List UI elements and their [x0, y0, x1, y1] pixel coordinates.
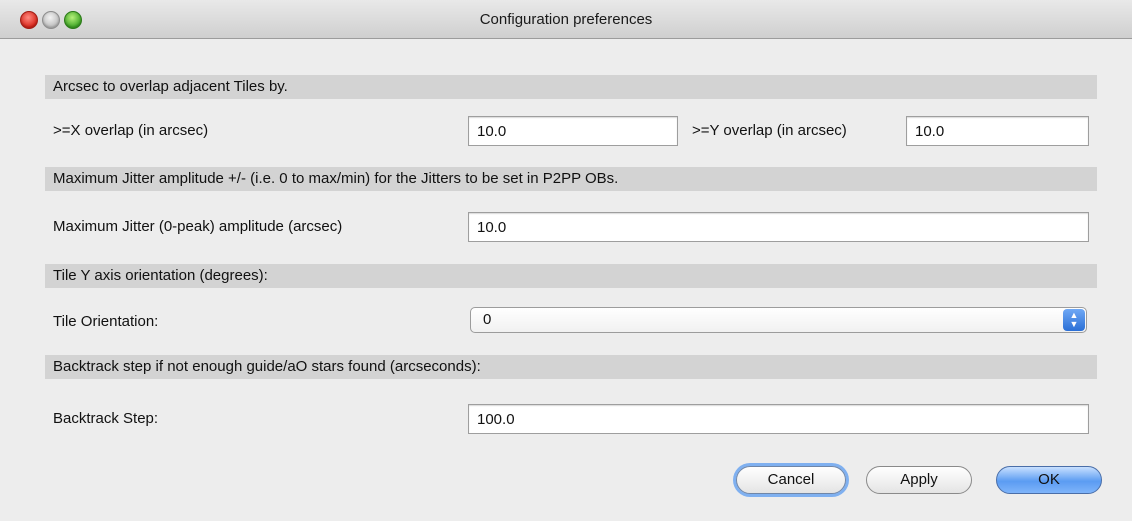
backtrack-step-input[interactable]: [468, 404, 1089, 434]
orientation-section-heading: Tile Y axis orientation (degrees):: [45, 264, 1097, 288]
updown-arrows-icon: ▲ ▼: [1063, 309, 1085, 331]
backtrack-step-label: Backtrack Step:: [53, 410, 159, 427]
ok-button[interactable]: OK: [996, 466, 1102, 494]
tile-orientation-value: 0: [483, 311, 492, 328]
jitter-section-heading: Maximum Jitter amplitude +/- (i.e. 0 to …: [45, 167, 1097, 191]
jitter-input[interactable]: [468, 212, 1089, 242]
apply-button[interactable]: Apply: [866, 466, 972, 494]
tile-orientation-label: Tile Orientation:: [53, 313, 159, 330]
overlap-section-heading: Arcsec to overlap adjacent Tiles by.: [45, 75, 1097, 99]
tile-orientation-select[interactable]: 0 ▲ ▼: [470, 307, 1087, 333]
jitter-label: Maximum Jitter (0-peak) amplitude (arcse…: [53, 218, 343, 235]
window-title: Configuration preferences: [479, 11, 653, 28]
preferences-window: Configuration preferences Arcsec to over…: [0, 0, 1132, 521]
x-overlap-input[interactable]: [468, 116, 678, 146]
x-overlap-label: >=X overlap (in arcsec): [53, 122, 209, 139]
title-bar[interactable]: Configuration preferences: [0, 0, 1132, 39]
cancel-button[interactable]: Cancel: [736, 466, 846, 494]
backtrack-section-heading: Backtrack step if not enough guide/aO st…: [45, 355, 1097, 379]
y-overlap-label: >=Y overlap (in arcsec): [692, 122, 847, 139]
y-overlap-input[interactable]: [906, 116, 1089, 146]
